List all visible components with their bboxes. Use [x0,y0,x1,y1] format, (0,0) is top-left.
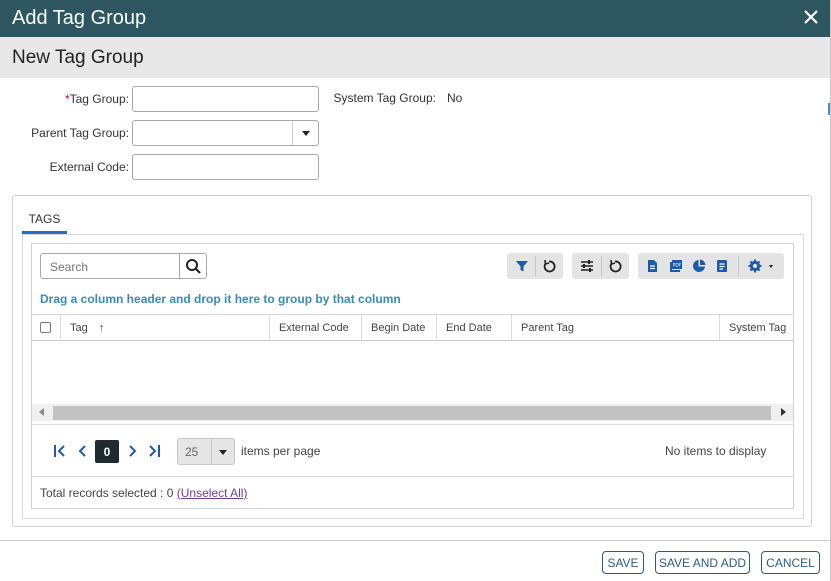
parent-tag-group-label: Parent Tag Group: [31,126,129,140]
column-header-tag-label: Tag [70,322,88,334]
svg-text:PDF: PDF [673,263,682,269]
gear-icon [748,259,773,273]
save-button[interactable]: SAVE [602,551,644,574]
reset-filter-icon[interactable] [535,253,563,279]
search-input[interactable]: Search [50,260,88,274]
scroll-left-icon[interactable] [39,408,44,416]
add-tag-group-dialog: Add Tag Group New Tag Group *Tag Group: … [0,0,831,581]
tag-group-input[interactable] [132,86,319,112]
column-header-begin-date[interactable]: Begin Date [361,315,436,341]
sort-ascending-icon: ↑ [98,322,105,334]
toolbar-divider [738,256,739,276]
tag-group-label-text: Tag Group: [69,92,129,106]
external-code-label: External Code: [49,160,129,174]
unselect-all-link[interactable]: (Unselect All) [177,486,248,500]
grid-pager: 0 25 items per page No items to display [32,424,793,477]
external-code-input[interactable] [132,154,319,180]
dialog-titlebar: Add Tag Group [0,0,830,37]
page-size-dropdown[interactable]: 25 [177,438,235,465]
chevron-down-icon[interactable] [211,439,235,464]
system-tag-group-value: No [447,91,463,105]
last-page-icon[interactable] [144,440,164,462]
dialog-title: Add Tag Group [12,7,147,29]
save-and-add-button[interactable]: SAVE AND ADD [655,551,750,574]
current-page[interactable]: 0 [95,440,119,463]
items-per-page-label: items per page [241,444,321,458]
previous-page-icon[interactable] [73,440,93,462]
group-by-hint: Drag a column header and drop it here to… [40,292,401,306]
report-icon[interactable] [708,253,736,279]
parent-tag-group-dropdown[interactable] [132,120,319,146]
background-edge [828,103,830,115]
reset-columns-icon[interactable] [601,253,629,279]
select-all-checkbox[interactable] [40,322,51,333]
next-page-icon[interactable] [122,440,142,462]
cancel-button[interactable]: CANCEL [761,551,820,574]
column-header-tag[interactable]: Tag ↑ [60,315,269,341]
column-header-external-code[interactable]: External Code [269,315,361,341]
close-icon[interactable] [802,8,820,26]
tab-tags[interactable]: TAGS [22,210,67,234]
section-header: New Tag Group [0,37,830,78]
total-selected-label: Total records selected : 0 [40,486,174,500]
scroll-right-icon[interactable] [781,408,786,416]
search-icon [186,259,201,274]
columns-toolbar [572,253,629,279]
pager-info: No items to display [665,444,767,458]
export-toolbar: PDF [638,253,784,279]
column-header-system-tag[interactable]: System Tag [719,315,793,341]
grid-header-row: Tag ↑ External Code Begin Date End Date … [32,314,793,341]
selection-summary: Total records selected : 0 (Unselect All… [40,486,247,500]
settings-menu-button[interactable] [741,253,783,279]
system-tag-group-label: System Tag Group: [333,91,437,105]
search-button[interactable] [179,254,206,278]
chevron-down-icon[interactable] [292,121,318,145]
column-settings-icon[interactable] [573,253,601,279]
grid-search: Search [40,253,207,279]
footer-divider [0,540,830,541]
section-title: New Tag Group [12,47,144,68]
scrollbar-thumb[interactable] [53,406,771,420]
page-size-value: 25 [185,445,199,459]
filter-icon[interactable] [508,253,536,279]
column-header-end-date[interactable]: End Date [436,315,511,341]
tag-group-label: *Tag Group: [30,92,129,106]
column-header-parent-tag[interactable]: Parent Tag [511,315,719,341]
first-page-icon[interactable] [50,440,70,462]
filter-toolbar [507,253,563,279]
horizontal-scrollbar[interactable] [32,404,793,421]
